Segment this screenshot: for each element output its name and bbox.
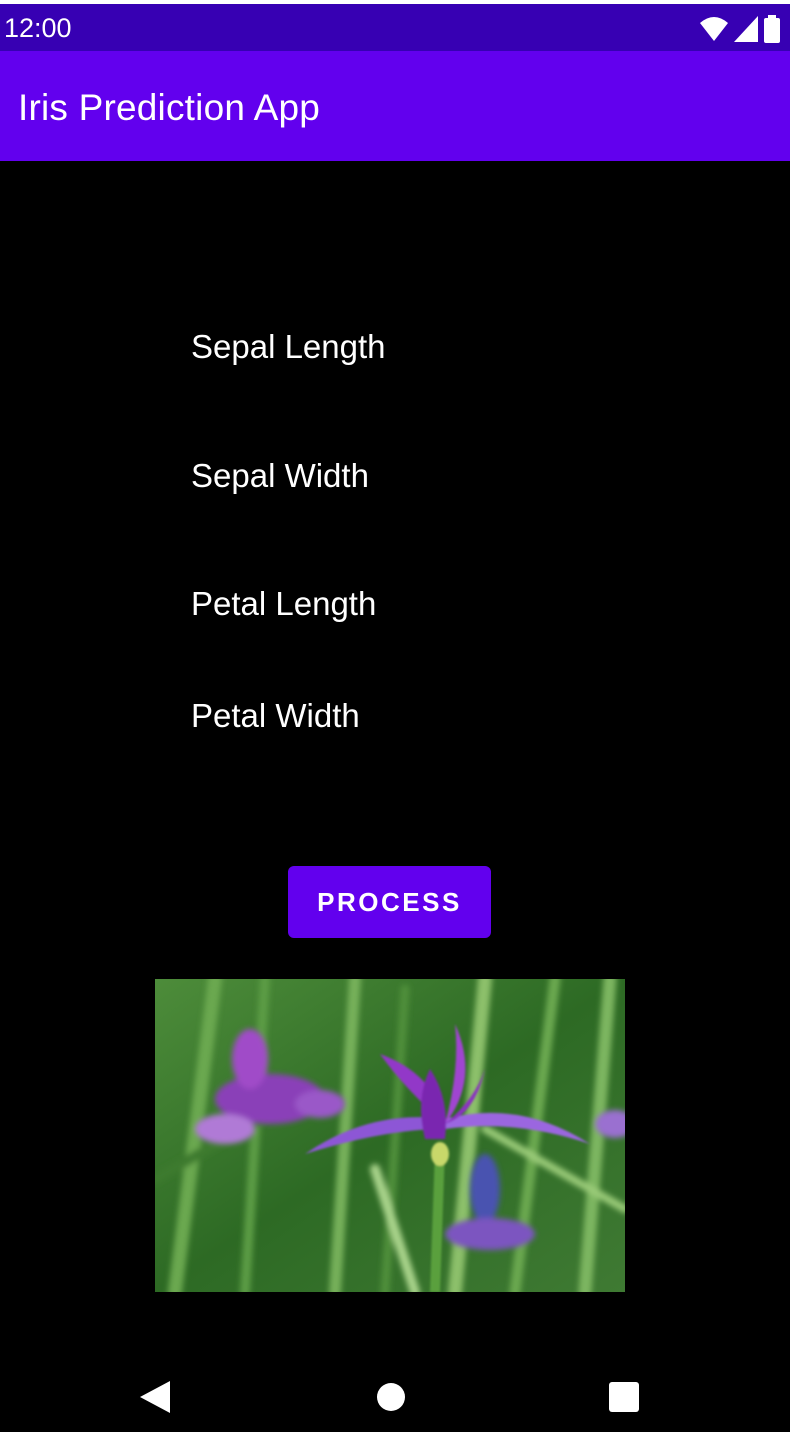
app-screen: 12:00 Iris Prediction App Sepal Length S… — [0, 0, 790, 1432]
cell-signal-icon — [734, 16, 758, 42]
navigation-bar — [0, 1355, 790, 1432]
petal-length-label: Petal Length — [191, 585, 377, 622]
wifi-icon — [700, 17, 728, 41]
status-icons — [700, 14, 780, 44]
back-icon[interactable] — [140, 1381, 170, 1413]
status-time: 12:00 — [4, 13, 72, 43]
process-button[interactable]: PROCESS — [288, 866, 491, 938]
iris-flower-image — [155, 979, 625, 1292]
sepal-length-label: Sepal Length — [191, 328, 386, 365]
status-bar: 12:00 — [0, 0, 790, 51]
sepal-width-label: Sepal Width — [191, 457, 369, 494]
recents-icon[interactable] — [609, 1382, 639, 1412]
petal-width-label: Petal Width — [191, 697, 360, 734]
app-title: Iris Prediction App — [18, 87, 321, 128]
home-icon[interactable] — [377, 1383, 405, 1411]
app-bar: Iris Prediction App — [0, 51, 790, 161]
battery-icon — [764, 15, 780, 43]
